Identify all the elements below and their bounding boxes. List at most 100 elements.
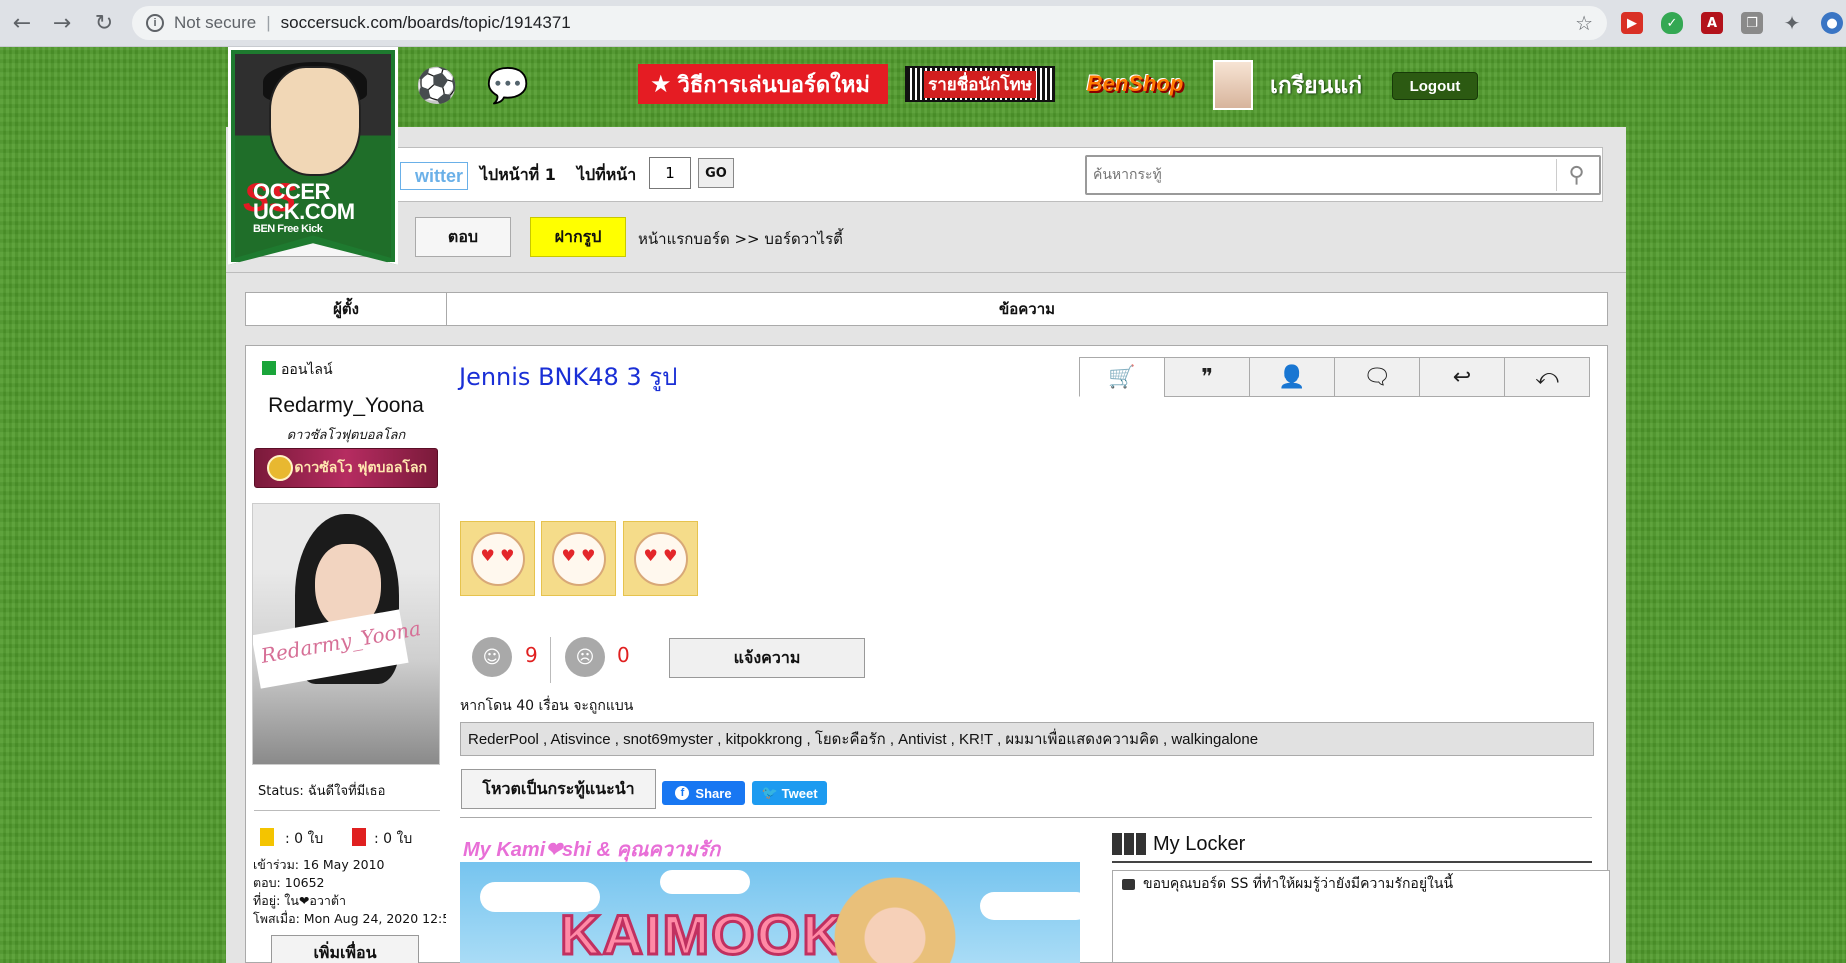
current-page-label: ไปหน้าที่ 1 [480,165,556,184]
forward-icon[interactable]: → [48,9,76,37]
reply-icon[interactable]: ↩ [1419,357,1505,397]
recommend-topic-button[interactable]: โหวตเป็นกระทู้แนะนำ [461,769,656,809]
love-emoji-image [623,521,698,596]
bookmark-star-icon[interactable]: ☆ [1575,11,1593,36]
breadcrumb[interactable]: หน้าแรกบอร์ด >> บอร์ดวาไรตี้ [638,227,843,251]
locker-message: ขอบคุณบอร์ด SS ที่ทำให้ผมรู้ว่ายังมีความ… [1122,873,1453,895]
how-to-play-banner[interactable]: ★ วิธีการเล่นบอร์ดใหม่ [638,64,888,104]
logo-background: SS OCCER UCK.COM BEN Free Kick [235,54,391,258]
emoji-face [551,531,606,586]
back-icon[interactable]: ⤺ [1504,357,1590,397]
logo-subtext: BEN Free Kick [253,223,323,235]
post-timestamp: โพสเมื่อ: Mon Aug 24, 2020 12:52 [253,911,459,926]
address-bar[interactable]: i Not secure | soccersuck.com/boards/top… [132,6,1607,40]
love-emoji-image [541,521,616,596]
ban-note: หากโดน 40 เรื่อน จะถูกแบน [460,698,634,714]
vote-down-count: 0 [617,643,630,667]
yellow-card-count: : 0 ใบ [285,831,324,847]
extension-shield-icon[interactable]: ✓ [1661,12,1683,34]
divider [550,637,551,683]
twitter-button[interactable]: witter [400,162,468,190]
locker-message-text: ขอบคุณบอร์ด SS ที่ทำให้ผมรู้ว่ายังมีความ… [1143,876,1454,892]
user-avatar-thumb[interactable] [1213,60,1253,110]
search-input[interactable] [1089,159,1551,191]
extensions-puzzle-icon[interactable]: ✦ [1781,11,1803,35]
signature-girl-figure [820,872,970,963]
online-status-dot [262,361,276,375]
back-icon[interactable]: ← [8,9,36,37]
badge-coin-icon [267,455,293,481]
logo-text-line2: UCK.COM [253,199,355,224]
twitter-tweet-button[interactable]: 🐦 Tweet [752,781,827,805]
divider [254,810,440,811]
profile-avatar-icon[interactable]: ● [1821,12,1843,34]
info-icon[interactable]: i [146,14,164,32]
go-button[interactable]: GO [698,158,734,188]
page-number-input[interactable] [649,157,691,189]
share-label: Share [695,785,732,801]
vote-up-count: 9 [525,643,538,667]
poster-title: ดาวซัลโวฟุตบอลโลก [286,428,406,443]
report-button[interactable]: แจ้งความ [669,638,865,678]
logo-text: OCCER UCK.COM BEN Free Kick [253,181,355,236]
vote-up-icon[interactable]: ☺ [472,637,512,677]
extension-pdf-icon[interactable]: A [1701,12,1723,34]
poster-reply-count: ตอบ: 10652 [253,875,325,890]
quote-icon[interactable]: ❞ [1164,357,1250,397]
logged-in-username[interactable]: เกรียนแก่ [1270,68,1362,104]
chat-board-icon[interactable]: 💬 [486,66,530,106]
upload-image-button[interactable]: ฝากรูป [530,217,626,257]
benshop-banner[interactable]: BenShop [1075,66,1195,102]
online-status-label: ออนไลน์ [281,362,333,378]
red-card-icon [352,828,366,846]
signature-banner-image: KAIMOOK [460,862,1080,963]
prisoner-list-label: รายชื่อนักโทษ [924,70,1036,98]
poster-location: ที่อยู่: ใน❤อวาต้า [253,893,347,908]
facebook-share-button[interactable]: f Share [662,781,745,805]
cloud-shape [660,870,750,894]
add-friend-button[interactable]: เพิ่มเพื่อน [271,935,419,963]
url-text: soccersuck.com/boards/topic/1914371 [280,13,571,32]
search-icon[interactable]: ⚲ [1556,159,1596,191]
goto-page-label: ไปที่หน้า [577,165,637,184]
site-logo[interactable]: SS OCCER UCK.COM BEN Free Kick [228,47,398,265]
football-icon[interactable]: ⚽ [415,66,459,106]
poster-status: Status: ฉันดีใจที่มีเธอ [258,784,386,799]
topic-table-header: ผู้ตั้ง ข้อความ [245,292,1608,326]
post-title: Jennis BNK48 3 รูป [459,363,678,391]
prisoner-list-banner[interactable]: รายชื่อนักโทษ [905,66,1055,102]
browser-toolbar: ← → ↻ i Not secure | soccersuck.com/boar… [0,0,1846,47]
divider [460,817,1592,818]
comment-icon [1122,878,1135,890]
url-separator: | [266,13,271,32]
vote-down-icon[interactable]: ☹ [565,637,605,677]
logo-face [269,66,361,176]
poster-rank-badge: ดาวซัลโว ฟุตบอลโลก [254,448,438,488]
star-icon: ★ [650,70,672,98]
reply-button[interactable]: ตอบ [415,217,511,257]
extension-video-icon[interactable]: ▶ [1621,12,1643,34]
reload-icon[interactable]: ↻ [90,9,118,37]
voters-list: RederPool , Atisvince , snot69myster , k… [460,722,1594,756]
poster-username[interactable]: Redarmy_Yoona [245,394,447,418]
how-to-play-label: วิธีการเล่นบอร์ดใหม่ [677,72,870,98]
twitter-bird-icon: 🐦 [761,785,778,800]
yellow-card-icon [260,828,274,846]
poster-badge-text: ดาวซัลโว ฟุตบอลโลก [294,460,427,476]
cart-icon[interactable]: 🛒 [1079,357,1165,397]
comment-icon[interactable]: 🗨 [1334,357,1420,397]
user-icon[interactable]: 👤 [1249,357,1335,397]
emoji-face [470,531,525,586]
poster-column-header: ผู้ตั้ง [246,293,447,325]
logout-button[interactable]: Logout [1392,72,1478,100]
signature-image-text: KAIMOOK [559,902,845,963]
tweet-label: Tweet [781,785,818,801]
message-column-header: ข้อความ [998,300,1056,318]
divider [226,272,1626,273]
divider [1112,861,1592,863]
poster-avatar[interactable]: Redarmy_Yoona [252,503,440,765]
locker-title: My Locker [1153,833,1246,855]
security-label: Not secure [174,13,257,32]
extension-copy-icon[interactable]: ❐ [1741,12,1763,34]
cloud-shape [980,892,1080,920]
